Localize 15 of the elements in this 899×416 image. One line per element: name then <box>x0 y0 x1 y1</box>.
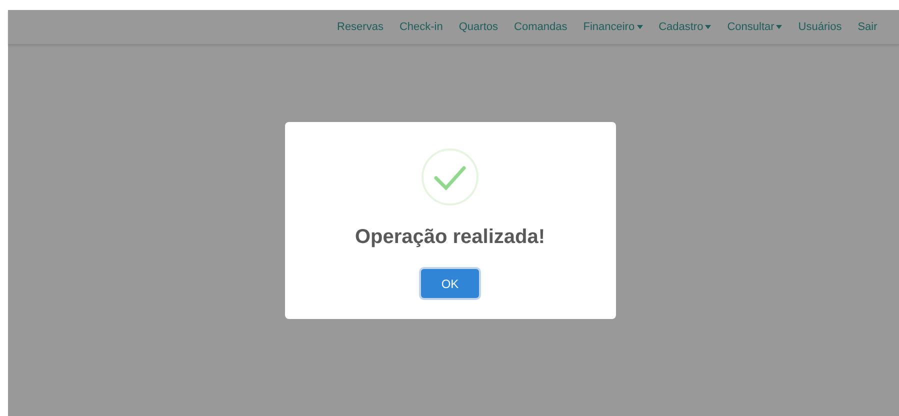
nav-link[interactable]: Cadastro <box>650 21 720 33</box>
nav-link[interactable]: Comandas <box>506 21 576 33</box>
checkmark-icon <box>421 148 479 206</box>
caret-icon <box>705 25 712 29</box>
ok-button[interactable]: OK <box>421 269 479 298</box>
dialog-title: Operação realizada! <box>354 226 546 249</box>
caret-icon <box>776 25 782 29</box>
nav-link[interactable]: Check-in <box>391 21 451 33</box>
caret-icon <box>636 25 643 29</box>
nav-link[interactable]: Sair <box>850 21 886 33</box>
nav-link[interactable]: Quartos <box>450 21 506 33</box>
nav-link[interactable]: Financeiro <box>575 21 651 33</box>
nav-link[interactable]: Usuários <box>790 21 850 33</box>
nav-link[interactable]: Reservas <box>329 21 392 33</box>
nav-link[interactable]: Consultar <box>719 21 790 33</box>
